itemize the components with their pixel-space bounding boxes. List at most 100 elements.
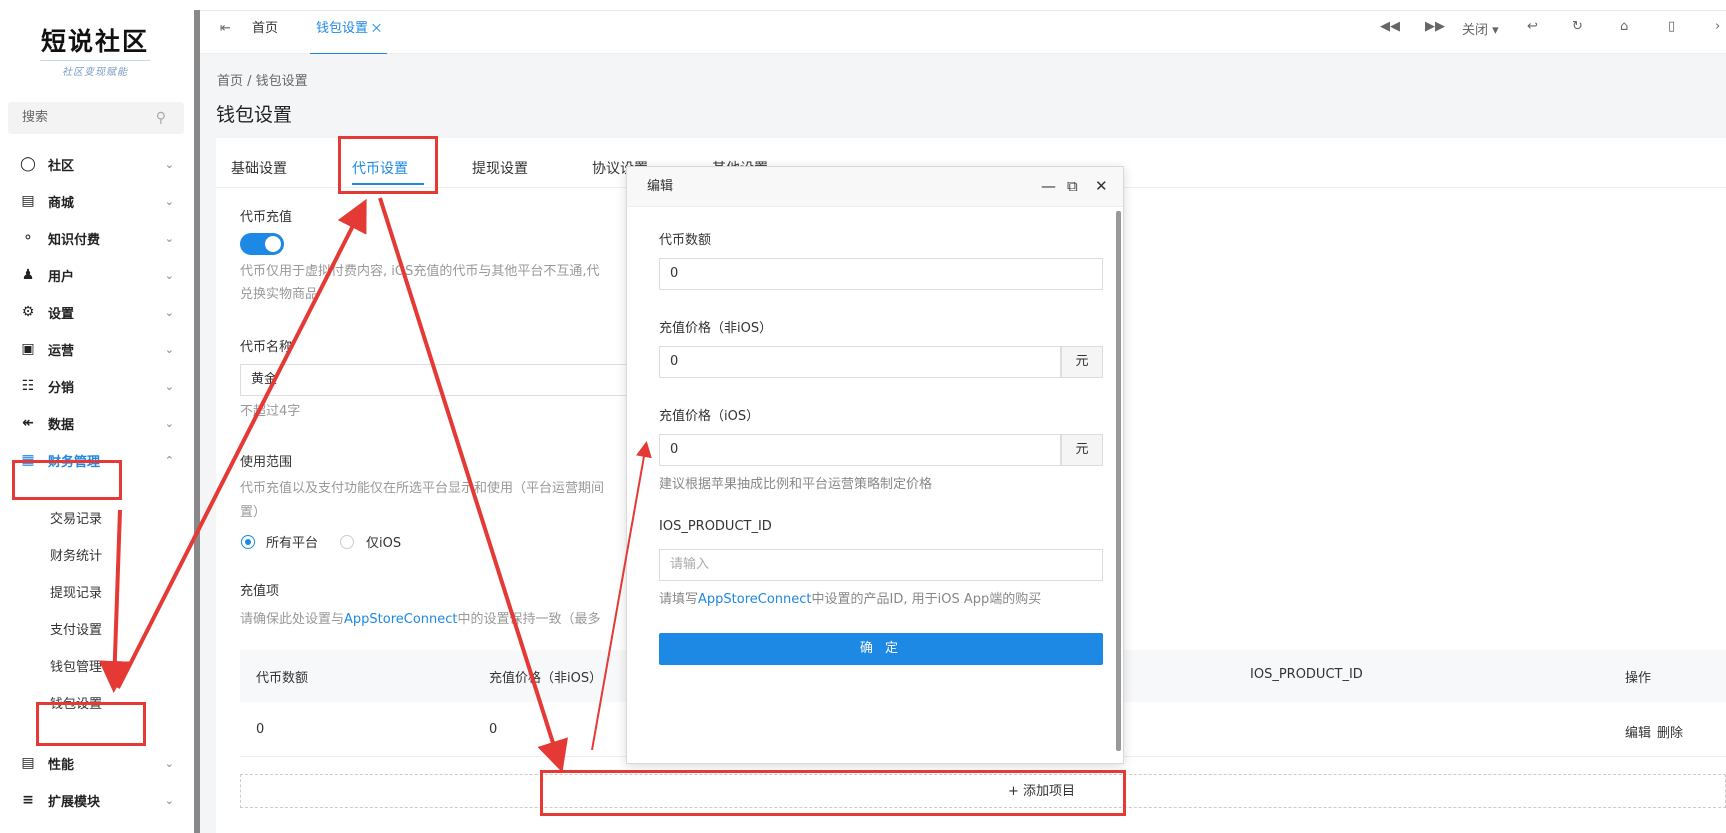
recharge-label: 代币充值 — [240, 210, 293, 225]
amount-input[interactable]: 0 — [659, 258, 1103, 290]
sidebar-item-community[interactable]: ◯ 社区 ⌄ — [0, 144, 194, 184]
row-price: 0 — [489, 722, 498, 737]
close-icon[interactable]: ✕ — [1095, 177, 1108, 195]
sidebar-item-operations[interactable]: ▣ 运营 ⌄ — [0, 329, 194, 369]
delete-link[interactable]: 删除 — [1657, 722, 1683, 741]
collapse-menu-icon[interactable]: ⇤ — [220, 21, 231, 36]
sidebar-item-performance[interactable]: ▤ 性能 ⌄ — [0, 743, 194, 783]
tab-home[interactable]: 首页 — [246, 11, 284, 55]
module-icon: ≡ — [22, 792, 34, 808]
recharge-help-2: 兑换实物商品 — [240, 287, 319, 302]
product-help-prefix: 请填写 — [659, 592, 699, 607]
home-icon[interactable]: ⌂ — [1620, 19, 1628, 34]
highlight-finance-menu — [12, 460, 122, 500]
price-input[interactable]: 0 — [659, 346, 1061, 378]
top-tab-bar: ⇤ 首页 钱包设置 ⨉ ◀◀ ▶▶ 关闭 ▾ ↩ ↻ ⌂ ▯ › — [200, 10, 1726, 55]
appstoreconnect-link[interactable]: AppStoreConnect — [698, 592, 812, 607]
price-label: 充值价格（非iOS） — [659, 321, 773, 336]
sidebar-item-label: 社区 — [48, 158, 75, 174]
monitor-icon: ▣ — [21, 341, 35, 357]
chevron-down-icon: ⌄ — [164, 416, 174, 430]
sidebar-item-label: 商城 — [48, 195, 75, 211]
recharge-toggle[interactable] — [240, 233, 284, 255]
tab-basic-settings[interactable]: 基础设置 — [231, 158, 287, 178]
scope-help-2: 置） — [240, 505, 267, 520]
modal-title: 编辑 — [647, 179, 674, 194]
minimize-icon[interactable]: — — [1041, 177, 1056, 195]
modal-scrollbar[interactable] — [1116, 211, 1121, 751]
col-amount: 代币数额 — [256, 671, 309, 686]
sidebar-subitem-transactions[interactable]: 交易记录 — [50, 502, 102, 538]
back-icon[interactable]: ↩ — [1527, 19, 1538, 34]
confirm-button[interactable]: 确 定 — [659, 633, 1103, 665]
product-id-help: 请填写AppStoreConnect中设置的产品ID, 用于iOS App端的购… — [659, 588, 1041, 607]
sidebar-item-knowledge[interactable]: ⚬ 知识付费 ⌄ — [0, 218, 194, 258]
sidebar-subitem-withdrawals[interactable]: 提现记录 — [50, 576, 102, 612]
caret-down-icon: ▾ — [1492, 23, 1499, 38]
close-menu-label: 关闭 — [1462, 23, 1489, 38]
chevron-up-icon: ⌃ — [164, 453, 174, 467]
product-help-suffix: 中设置的产品ID, 用于iOS App端的购买 — [811, 592, 1042, 607]
sidebar-item-label: 分销 — [48, 380, 75, 396]
sidebar-subitem-wallet-manage[interactable]: 钱包管理 — [50, 650, 102, 686]
scope-all-label[interactable]: 所有平台 — [266, 532, 318, 551]
highlight-add-item — [540, 770, 1126, 816]
name-help: 不超过4字 — [240, 404, 301, 419]
store-icon: ▤ — [21, 193, 35, 209]
close-tab-icon[interactable]: ⨉ — [372, 22, 381, 35]
close-menu-button[interactable]: 关闭 ▾ — [1462, 19, 1499, 38]
edit-link[interactable]: 编辑 — [1625, 722, 1651, 741]
chevron-down-icon: ⌄ — [164, 756, 174, 770]
sidebar-item-users[interactable]: ♟ 用户 ⌄ — [0, 255, 194, 295]
appstoreconnect-link[interactable]: AppStoreConnect — [344, 612, 458, 627]
scope-help-1: 代币充值以及支付功能仅在所选平台显示和使用（平台运营期间 — [240, 481, 605, 496]
chevron-down-icon: ⌄ — [164, 157, 174, 171]
token-name-input[interactable]: 黄金 — [240, 364, 640, 396]
tab-withdraw-settings[interactable]: 提现设置 — [472, 158, 528, 178]
scope-ios-label[interactable]: 仅iOS — [366, 532, 401, 551]
chevron-down-icon: ⌄ — [164, 342, 174, 356]
search-icon: ⚲ — [155, 110, 166, 126]
page-title: 钱包设置 — [216, 104, 293, 126]
product-id-input[interactable]: 请输入 — [659, 549, 1103, 581]
highlight-wallet-settings — [36, 702, 146, 746]
sidebar-item-label: 设置 — [48, 306, 75, 322]
sidebar-item-label: 运营 — [48, 343, 75, 359]
scope-ios-radio[interactable] — [340, 535, 354, 549]
chevron-down-icon: ⌄ — [164, 231, 174, 245]
sidebar-subitem-payment-settings[interactable]: 支付设置 — [50, 613, 102, 649]
maximize-icon[interactable]: ⧉ — [1067, 177, 1078, 195]
items-help: 请确保此处设置与AppStoreConnect中的设置保持一致（最多 — [240, 609, 601, 631]
chat-icon: ◯ — [20, 156, 36, 172]
price-unit: 元 — [1061, 346, 1103, 378]
sidebar-item-data[interactable]: ↞ 数据 ⌄ — [0, 403, 194, 443]
mobile-icon[interactable]: ▯ — [1668, 19, 1675, 34]
sidebar-subitem-finance-stats[interactable]: 财务统计 — [50, 539, 102, 575]
sidebar-item-label: 知识付费 — [48, 232, 101, 248]
chevron-down-icon: ⌄ — [164, 268, 174, 282]
sidebar-item-extensions[interactable]: ≡ 扩展模块 ⌄ — [0, 780, 194, 820]
sidebar-item-store[interactable]: ▤ 商城 ⌄ — [0, 181, 194, 221]
items-label: 充值项 — [240, 584, 280, 599]
logo[interactable]: 短说社区 社区变现赋能 — [20, 22, 170, 82]
sidebar-item-label: 用户 — [48, 269, 75, 285]
amount-label: 代币数额 — [659, 233, 712, 248]
sidebar-item-settings[interactable]: ⚙ 设置 ⌄ — [0, 292, 194, 332]
search-input[interactable]: 搜索 ⚲ — [8, 102, 184, 134]
tab-label: 钱包设置 — [316, 21, 369, 36]
refresh-icon[interactable]: ↻ — [1572, 19, 1583, 34]
row-amount: 0 — [256, 722, 265, 737]
chevron-right-icon[interactable]: › — [1715, 19, 1720, 34]
chevron-down-icon: ⌄ — [164, 305, 174, 319]
col-product-id: IOS_PRODUCT_ID — [1250, 667, 1363, 682]
server-icon: ▤ — [21, 755, 35, 771]
scope-all-radio[interactable] — [241, 535, 255, 549]
tab-wallet-settings[interactable]: 钱包设置 ⨉ — [310, 11, 387, 55]
scroll-right-icon[interactable]: ▶▶ — [1425, 19, 1445, 34]
col-price: 充值价格（非iOS） — [489, 671, 603, 686]
scroll-left-icon[interactable]: ◀◀ — [1380, 19, 1400, 34]
sidebar-item-distribution[interactable]: ☷ 分销 ⌄ — [0, 366, 194, 406]
ios-price-input[interactable]: 0 — [659, 434, 1061, 466]
gear-icon: ⚙ — [21, 304, 35, 320]
logo-divider — [40, 60, 150, 61]
